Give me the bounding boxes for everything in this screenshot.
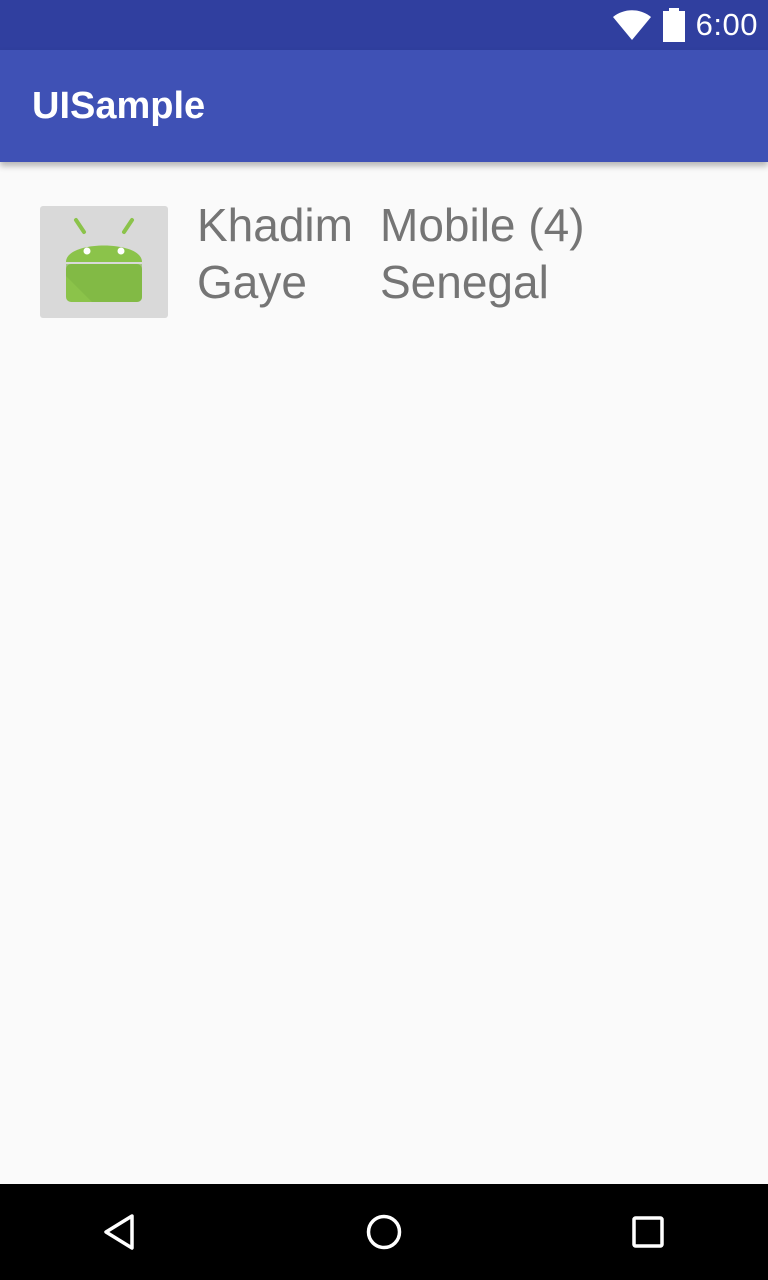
status-bar: 6:00 <box>0 0 768 50</box>
last-name: Gaye <box>197 256 307 308</box>
android-icon <box>40 206 168 318</box>
status-time: 6:00 <box>695 7 758 42</box>
category-label: Mobile (4) <box>380 199 585 251</box>
details-column: Mobile (4) Senegal <box>380 197 585 311</box>
back-button[interactable] <box>72 1184 168 1280</box>
recents-button[interactable] <box>600 1184 696 1280</box>
content-list: Khadim Gaye Mobile (4) Senegal <box>0 162 768 1184</box>
home-icon <box>366 1214 402 1250</box>
recents-icon <box>632 1216 664 1248</box>
first-name: Khadim <box>197 199 353 251</box>
battery-icon <box>662 8 686 42</box>
home-button[interactable] <box>336 1184 432 1280</box>
wifi-icon <box>612 9 652 41</box>
navigation-bar <box>0 1184 768 1280</box>
list-item[interactable]: Khadim Gaye Mobile (4) Senegal <box>0 162 768 342</box>
country-label: Senegal <box>380 256 549 308</box>
back-icon <box>104 1214 134 1250</box>
app-title: UISample <box>32 85 206 127</box>
name-column: Khadim Gaye <box>197 197 353 311</box>
screen: 6:00 UISample Khadim Gaye Mobile (4) Sen… <box>0 0 768 1280</box>
status-icons: 6:00 <box>612 0 758 50</box>
app-bar: UISample <box>0 50 768 162</box>
